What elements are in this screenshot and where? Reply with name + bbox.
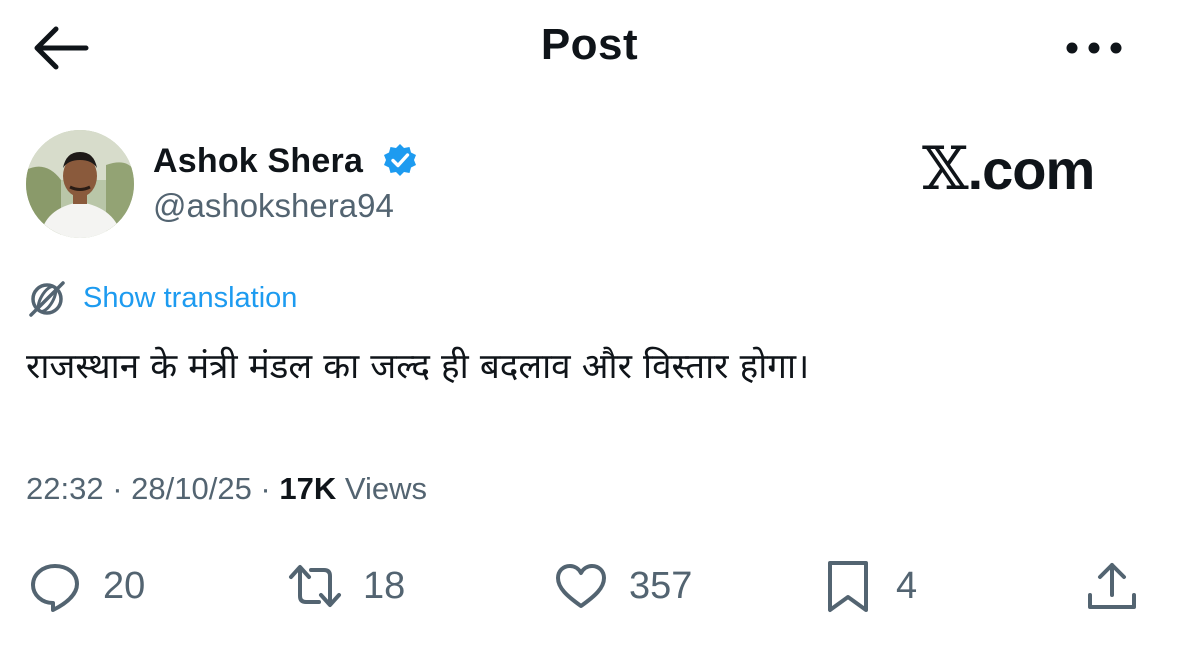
post-time: 22:32 bbox=[26, 471, 104, 506]
post-metadata: 22:32 · 28/10/25 · 17K Views bbox=[26, 471, 428, 506]
reply-button[interactable]: 20 bbox=[27, 556, 145, 616]
show-translation-link[interactable]: Show translation bbox=[83, 282, 297, 315]
share-icon bbox=[1088, 563, 1136, 609]
bookmark-button[interactable]: 4 bbox=[820, 556, 917, 616]
more-options-button[interactable] bbox=[1062, 28, 1126, 68]
views-label: Views bbox=[344, 471, 428, 506]
translate-icon bbox=[26, 278, 68, 320]
page-title: Post bbox=[540, 20, 639, 69]
bookmark-icon bbox=[828, 561, 868, 612]
reply-icon bbox=[31, 564, 79, 612]
views-count: 17K bbox=[279, 471, 337, 506]
share-button[interactable] bbox=[1084, 557, 1140, 617]
reply-count: 20 bbox=[103, 564, 146, 607]
post-text: राजस्थान के मंत्री मंडल का जल्द ही बदलाव… bbox=[26, 347, 810, 387]
watermark-domain: .com bbox=[967, 138, 1096, 201]
x-logo: 𝕏 bbox=[922, 134, 969, 204]
like-icon bbox=[556, 564, 606, 608]
post-date: 28/10/25 bbox=[131, 471, 252, 506]
author-name[interactable]: Ashok Shera bbox=[153, 142, 363, 181]
bookmark-count: 4 bbox=[896, 564, 918, 607]
repost-icon bbox=[289, 565, 341, 607]
like-count: 357 bbox=[629, 564, 693, 607]
more-icon bbox=[1066, 42, 1122, 54]
like-button[interactable]: 357 bbox=[553, 556, 692, 616]
watermark: 𝕏.com bbox=[922, 134, 1096, 204]
avatar[interactable] bbox=[26, 130, 134, 238]
author-handle[interactable]: @ashokshera94 bbox=[153, 187, 394, 225]
repost-button[interactable]: 18 bbox=[287, 556, 405, 616]
repost-count: 18 bbox=[363, 564, 406, 607]
verified-badge-icon bbox=[382, 142, 418, 178]
